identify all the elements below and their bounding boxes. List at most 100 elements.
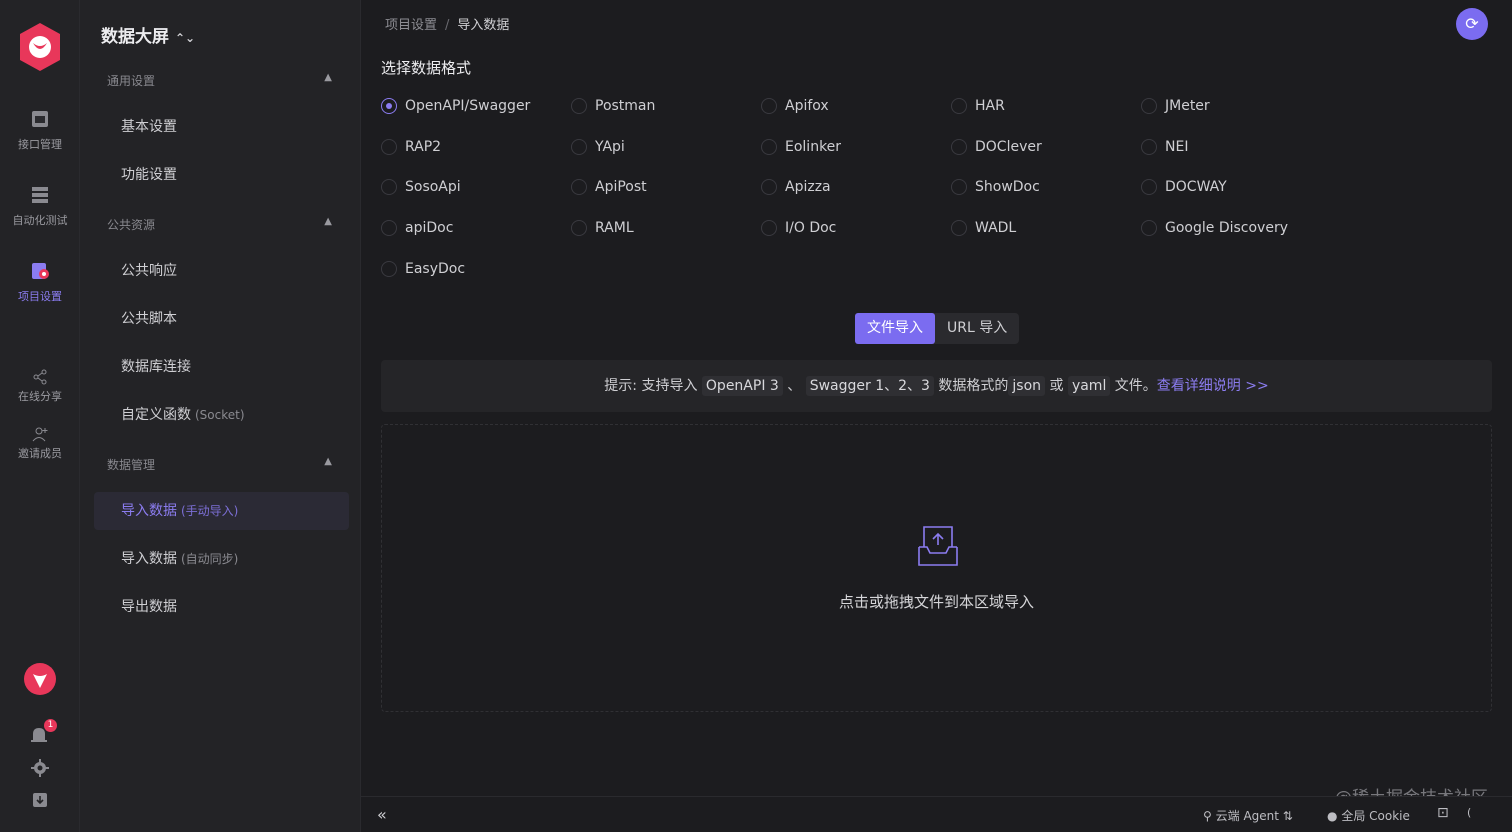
radio-dot (951, 179, 967, 195)
radio-format[interactable]: JMeter (1141, 95, 1210, 117)
menu-item-db-connection[interactable]: 数据库连接 (94, 348, 349, 386)
brand-badge[interactable] (0, 662, 80, 700)
radio-label: RAP2 (405, 139, 442, 155)
tab-url-import[interactable]: URL 导入 (935, 313, 1019, 344)
menu-item-custom-function[interactable]: 自定义函数 (Socket) (94, 396, 349, 434)
cookie-toggle[interactable]: ● 全局 Cookie (1327, 807, 1410, 824)
radio-format[interactable]: ShowDoc (951, 176, 1040, 198)
menu-item-basic-settings[interactable]: 基本设置 (94, 108, 349, 146)
theme-icon[interactable]: ⊡ (1437, 805, 1449, 821)
radio-format[interactable]: Apifox (761, 95, 829, 117)
rail-item-api[interactable]: 接口管理 (0, 108, 80, 152)
main-content: 项目设置 / 导入数据 ⟳ 选择数据格式 OpenAPI/Swagger Postm… (361, 0, 1512, 832)
radio-label: apiDoc (405, 220, 454, 236)
cookie-icon: ● (1327, 809, 1338, 823)
radio-format[interactable]: Apizza (761, 176, 831, 198)
agent-icon: ⚲ (1203, 809, 1212, 823)
menu-item-label: 公共脚本 (121, 311, 177, 327)
radio-format[interactable]: Postman (571, 95, 655, 117)
radio-format[interactable]: SosoApi (381, 176, 461, 198)
radio-format[interactable]: ApiPost (571, 176, 647, 198)
rail-label: 邀请成员 (18, 447, 62, 460)
radio-label: Eolinker (785, 139, 842, 155)
radio-label: ShowDoc (975, 179, 1040, 195)
project-switcher[interactable]: 数据大屏 ⌃⌄ (101, 22, 195, 47)
tip-text: 或 (1049, 378, 1064, 394)
radio-label: JMeter (1165, 98, 1210, 114)
share-icon (33, 369, 47, 385)
radio-dot (951, 139, 967, 155)
breadcrumb-separator: / (445, 18, 450, 33)
menu-item-label: 导入数据 (121, 503, 177, 519)
radio-dot (1141, 179, 1157, 195)
chevron-up-icon: ▲ (324, 216, 332, 227)
menu-item-import-auto[interactable]: 导入数据 (自动同步) (94, 540, 349, 578)
radio-format[interactable]: Google Discovery (1141, 217, 1288, 239)
breadcrumb: 项目设置 / 导入数据 (385, 14, 509, 33)
chevron-updown-icon: ⌃⌄ (175, 31, 196, 45)
menu-group-general[interactable]: 通用设置 ▲ (107, 72, 332, 89)
menu-item-sublabel: (自动同步) (181, 552, 239, 566)
breadcrumb-parent[interactable]: 项目设置 (385, 18, 437, 33)
tip-text: 、 (787, 378, 802, 394)
app-logo[interactable] (18, 22, 62, 72)
radio-format[interactable]: HAR (951, 95, 1005, 117)
sync-button[interactable]: ⟳ (1456, 8, 1488, 40)
settings[interactable] (0, 758, 80, 782)
radio-format[interactable]: DOCWAY (1141, 176, 1227, 198)
radio-format[interactable]: apiDoc (381, 217, 453, 239)
radio-format[interactable]: NEI (1141, 136, 1188, 158)
menu-item-export[interactable]: 导出数据 (94, 588, 349, 626)
project-settings-icon (32, 263, 49, 279)
radio-format[interactable]: Eolinker (761, 136, 841, 158)
radio-dot (381, 98, 397, 114)
rail-item-automation[interactable]: 自动化测试 (0, 184, 80, 228)
radio-format[interactable]: RAML (571, 217, 634, 239)
api-icon (32, 111, 48, 127)
menu-item-label: 自定义函数 (121, 407, 191, 423)
radio-label: DOCWAY (1165, 179, 1227, 195)
agent-selector[interactable]: ⚲ 云端 Agent ⇅ (1203, 807, 1293, 824)
notifications[interactable]: 1 (0, 719, 80, 752)
radio-format[interactable]: EasyDoc (381, 258, 465, 280)
radio-dot (571, 98, 587, 114)
notification-badge: 1 (44, 719, 57, 732)
menu-item-public-response[interactable]: 公共响应 (94, 252, 349, 290)
radio-dot (1141, 220, 1157, 236)
status-extra[interactable]: ( (1467, 806, 1471, 819)
sync-icon: ⟳ (1465, 14, 1479, 33)
group-label: 公共资源 (107, 218, 156, 232)
menu-group-public-resources[interactable]: 公共资源 ▲ (107, 216, 332, 233)
collapse-sidebar-icon[interactable]: « (377, 805, 387, 824)
radio-label: NEI (1165, 139, 1189, 155)
tip-details-link[interactable]: 查看详细说明 >> (1157, 378, 1269, 394)
radio-format[interactable]: DOClever (951, 136, 1042, 158)
radio-dot (381, 139, 397, 155)
download[interactable] (0, 790, 80, 814)
radio-format[interactable]: RAP2 (381, 136, 441, 158)
tip-code: Swagger 1、2、3 (805, 376, 934, 396)
radio-format[interactable]: OpenAPI/Swagger (381, 95, 530, 117)
radio-dot (951, 98, 967, 114)
radio-format[interactable]: I/O Doc (761, 217, 836, 239)
radio-format[interactable]: WADL (951, 217, 1016, 239)
icon-rail: 接口管理 自动化测试 项目设置 在线分享 邀请成员 1 (0, 0, 80, 832)
rail-item-invite[interactable]: 邀请成员 (0, 425, 80, 461)
breadcrumb-current: 导入数据 (457, 18, 510, 33)
automation-icon (32, 187, 48, 203)
file-drop-zone[interactable]: 点击或拖拽文件到本区域导入 (381, 424, 1492, 712)
group-label: 通用设置 (107, 74, 156, 88)
radio-label: I/O Doc (785, 220, 837, 236)
menu-item-public-script[interactable]: 公共脚本 (94, 300, 349, 338)
radio-dot (761, 139, 777, 155)
menu-group-data-management[interactable]: 数据管理 ▲ (107, 456, 332, 473)
menu-item-import-manual[interactable]: 导入数据 (手动导入) (94, 492, 349, 530)
tip-text: 文件。 (1114, 378, 1157, 394)
rail-item-share[interactable]: 在线分享 (0, 368, 80, 404)
menu-item-label: 公共响应 (121, 263, 177, 279)
rail-label: 在线分享 (18, 390, 62, 403)
radio-format[interactable]: YApi (571, 136, 625, 158)
tab-file-import[interactable]: 文件导入 (855, 313, 935, 344)
rail-item-project-settings[interactable]: 项目设置 (0, 260, 80, 304)
menu-item-feature-settings[interactable]: 功能设置 (94, 156, 349, 194)
